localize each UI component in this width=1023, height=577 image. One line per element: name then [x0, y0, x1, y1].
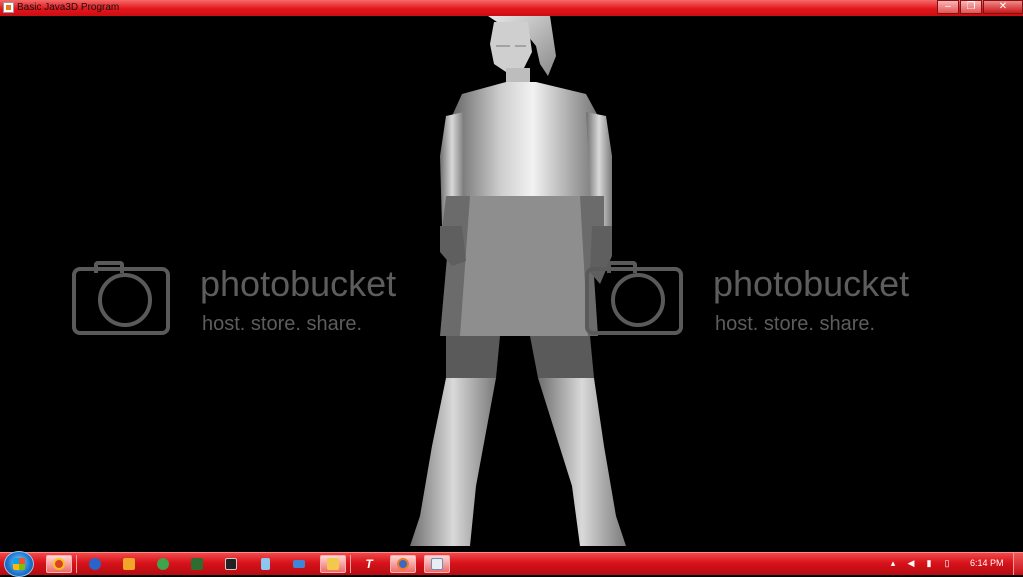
- media-player-icon: [123, 558, 135, 570]
- cmd-icon: [225, 558, 237, 570]
- volume-icon[interactable]: ◀: [906, 558, 916, 568]
- taskbar-item-explorer[interactable]: [320, 555, 346, 573]
- window-title: Basic Java3D Program: [17, 2, 120, 13]
- watermark-tagline: host. store. share.: [202, 313, 363, 335]
- camera-icon: [585, 261, 683, 335]
- paint-icon: [157, 558, 169, 570]
- explorer-icon: [327, 558, 339, 570]
- minimize-button[interactable]: –: [937, 0, 959, 14]
- taskbar-item-notepad[interactable]: [252, 555, 278, 573]
- watermark-tagline: host. store. share.: [715, 313, 876, 335]
- taskbar-item-java-app[interactable]: [424, 555, 450, 573]
- photobucket-watermark-left: photobucket host. store. share.: [72, 249, 432, 345]
- java-app-icon: [3, 2, 14, 13]
- taskbar-item-keyboard[interactable]: [286, 555, 312, 573]
- java-app-icon: [431, 558, 443, 570]
- window-controls: – ❐ ✕: [936, 0, 1023, 15]
- window-titlebar[interactable]: Basic Java3D Program – ❐ ✕: [0, 0, 1023, 16]
- taskbar-item-firefox[interactable]: [390, 555, 416, 573]
- maximize-button[interactable]: ❐: [960, 0, 982, 14]
- taskbar-item-network[interactable]: [184, 555, 210, 573]
- windows-logo-icon: [13, 558, 25, 570]
- close-button[interactable]: ✕: [983, 0, 1023, 14]
- chrome-icon: [53, 558, 65, 570]
- taskbar-item-text-tool[interactable]: T: [356, 555, 382, 573]
- text-tool-icon: T: [365, 557, 373, 571]
- signal-icon[interactable]: ▮: [924, 558, 934, 568]
- notepad-icon: [260, 558, 270, 570]
- firefox-icon: [397, 558, 409, 570]
- taskbar-clock[interactable]: 6:14 PM: [970, 558, 1004, 568]
- taskbar-item-paint[interactable]: [150, 555, 176, 573]
- start-button[interactable]: [4, 551, 34, 577]
- watermark-brand: photobucket: [713, 263, 910, 304]
- java3d-canvas[interactable]: photobucket host. store. share. photobuc…: [0, 16, 1023, 552]
- taskbar: T ▴ ◀ ▮ ▯ 6:14 PM: [0, 551, 1023, 577]
- arrow-up-icon[interactable]: ▴: [888, 558, 898, 568]
- watermark-brand: photobucket: [200, 263, 397, 304]
- network-icon: [191, 558, 203, 570]
- battery-icon[interactable]: ▯: [942, 558, 952, 568]
- photobucket-watermark-right: photobucket host. store. share.: [585, 249, 945, 345]
- camera-icon: [72, 261, 170, 335]
- show-desktop-button[interactable]: [1013, 553, 1023, 575]
- taskbar-item-cmd[interactable]: [218, 555, 244, 573]
- taskbar-item-chrome[interactable]: [46, 555, 72, 573]
- taskbar-item-ie[interactable]: [82, 555, 108, 573]
- ie-icon: [89, 558, 101, 570]
- taskbar-item-media-player[interactable]: [116, 555, 142, 573]
- keyboard-icon: [293, 560, 305, 568]
